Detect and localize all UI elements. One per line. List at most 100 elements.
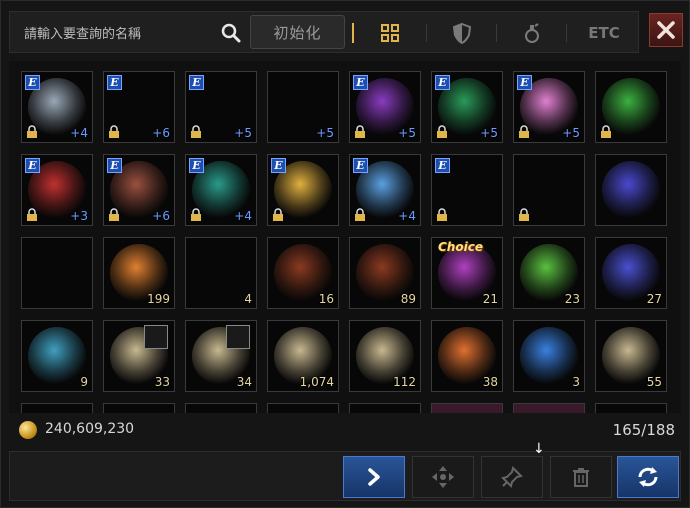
inventory-slot[interactable]: 16 bbox=[267, 237, 339, 309]
equip-badge-icon: E bbox=[435, 158, 450, 173]
inventory-slot[interactable]: E bbox=[267, 154, 339, 226]
lock-icon bbox=[355, 125, 365, 138]
equip-badge-icon: E bbox=[353, 158, 368, 173]
inventory-slot[interactable] bbox=[431, 403, 503, 413]
tab-divider bbox=[426, 24, 427, 42]
inventory-slot[interactable]: 89 bbox=[349, 237, 421, 309]
tab-all[interactable] bbox=[374, 18, 406, 48]
inventory-slot[interactable]: E +5 bbox=[185, 71, 257, 143]
class-overlay-icon bbox=[226, 325, 250, 349]
enhance-level: +6 bbox=[152, 209, 170, 223]
trash-icon bbox=[573, 468, 589, 487]
enhance-level: +5 bbox=[398, 126, 416, 140]
inventory-slot[interactable]: 55 bbox=[595, 320, 667, 392]
lock-icon bbox=[109, 208, 119, 221]
inventory-slot[interactable]: 34 bbox=[185, 320, 257, 392]
inventory-slot[interactable] bbox=[349, 403, 421, 413]
inventory-grid: E +4 E +6 E +5 +5 E +5 E +5 E +5 E +3 E +6 E +4 E E +4 E 199 4 16… bbox=[9, 61, 681, 413]
inventory-slot[interactable]: 3 bbox=[513, 320, 585, 392]
tab-divider bbox=[352, 23, 354, 43]
chevron-right-icon bbox=[368, 468, 380, 486]
equip-badge-icon: E bbox=[517, 75, 532, 90]
inventory-slot[interactable]: E +6 bbox=[103, 71, 175, 143]
search-icon[interactable] bbox=[220, 22, 242, 44]
lock-icon bbox=[519, 208, 529, 221]
inventory-slot[interactable]: 33 bbox=[103, 320, 175, 392]
equip-badge-icon: E bbox=[107, 75, 122, 90]
item-quantity: 27 bbox=[646, 292, 662, 306]
pin-button[interactable] bbox=[481, 456, 543, 498]
top-toolbar: 初始化 ETC bbox=[9, 11, 639, 53]
inventory-slot[interactable] bbox=[595, 71, 667, 143]
delete-button[interactable] bbox=[550, 456, 612, 498]
inventory-slot[interactable] bbox=[513, 154, 585, 226]
inventory-slot[interactable] bbox=[185, 403, 257, 413]
tab-divider bbox=[496, 24, 497, 42]
item-quantity: 55 bbox=[646, 375, 662, 389]
inventory-slot[interactable]: Choice 21 bbox=[431, 237, 503, 309]
inventory-slot[interactable]: 27 bbox=[595, 237, 667, 309]
move-button[interactable] bbox=[412, 456, 474, 498]
inventory-slot[interactable]: E +5 bbox=[431, 71, 503, 143]
item-quantity: 9 bbox=[80, 375, 88, 389]
inventory-slot[interactable]: E +4 bbox=[21, 71, 93, 143]
helmet-icon bbox=[28, 244, 86, 302]
class-overlay-icon bbox=[144, 325, 168, 349]
inventory-slot[interactable]: 38 bbox=[431, 320, 503, 392]
inventory-slot[interactable]: +5 bbox=[267, 71, 339, 143]
enhance-level: +4 bbox=[70, 126, 88, 140]
inventory-slot[interactable]: 9 bbox=[21, 320, 93, 392]
inventory-slot[interactable]: E +5 bbox=[349, 71, 421, 143]
inventory-slot[interactable]: E +3 bbox=[21, 154, 93, 226]
close-button[interactable] bbox=[649, 13, 683, 47]
grid-icon bbox=[381, 24, 399, 42]
inventory-slot[interactable]: E +4 bbox=[349, 154, 421, 226]
item-quantity: 3 bbox=[572, 375, 580, 389]
inventory-slot[interactable] bbox=[21, 237, 93, 309]
chest-silver-icon bbox=[192, 244, 250, 302]
inventory-slot[interactable]: E +5 bbox=[513, 71, 585, 143]
inventory-slot[interactable] bbox=[513, 403, 585, 413]
gold-coin-icon bbox=[19, 421, 37, 439]
inventory-slot[interactable]: E bbox=[431, 154, 503, 226]
inventory-slot[interactable]: 1,074 bbox=[267, 320, 339, 392]
inventory-slot[interactable]: 23 bbox=[513, 237, 585, 309]
item-quantity: 21 bbox=[482, 292, 498, 306]
choice-label: Choice bbox=[438, 240, 483, 254]
inventory-slot[interactable] bbox=[21, 403, 93, 413]
potion-icon bbox=[525, 23, 539, 43]
inventory-slot[interactable] bbox=[595, 154, 667, 226]
lock-icon bbox=[27, 125, 37, 138]
tab-etc[interactable]: ETC bbox=[584, 18, 624, 48]
enhance-level: +5 bbox=[316, 126, 334, 140]
item-quantity: 199 bbox=[147, 292, 170, 306]
inventory-slot[interactable] bbox=[595, 403, 667, 413]
inventory-slot[interactable] bbox=[103, 403, 175, 413]
upgrade-shield-icon bbox=[602, 161, 660, 219]
equip-badge-icon: E bbox=[189, 75, 204, 90]
search-input[interactable] bbox=[22, 24, 186, 44]
inventory-capacity: 165/188 bbox=[612, 421, 675, 439]
item-quantity: 38 bbox=[482, 375, 498, 389]
item-quantity: 33 bbox=[154, 375, 170, 389]
expand-button[interactable] bbox=[343, 456, 405, 498]
equip-badge-icon: E bbox=[271, 158, 286, 173]
inventory-slot[interactable]: 112 bbox=[349, 320, 421, 392]
equip-badge-icon: E bbox=[107, 158, 122, 173]
item-quantity: 34 bbox=[236, 375, 252, 389]
equip-badge-icon: E bbox=[353, 75, 368, 90]
inventory-slot[interactable]: E +4 bbox=[185, 154, 257, 226]
inventory-slot[interactable]: E +6 bbox=[103, 154, 175, 226]
inventory-slot[interactable]: 4 bbox=[185, 237, 257, 309]
inventory-slot[interactable]: 199 bbox=[103, 237, 175, 309]
reset-button[interactable]: 初始化 bbox=[250, 15, 345, 49]
shield-icon bbox=[452, 22, 472, 44]
item-quantity: 4 bbox=[244, 292, 252, 306]
lock-icon bbox=[27, 208, 37, 221]
gold-amount: 240,609,230 bbox=[45, 421, 135, 437]
tab-consumable[interactable] bbox=[516, 18, 548, 48]
sort-refresh-button[interactable] bbox=[617, 456, 679, 498]
enhance-level: +6 bbox=[152, 126, 170, 140]
tab-equipment[interactable] bbox=[446, 18, 478, 48]
inventory-slot[interactable] bbox=[267, 403, 339, 413]
